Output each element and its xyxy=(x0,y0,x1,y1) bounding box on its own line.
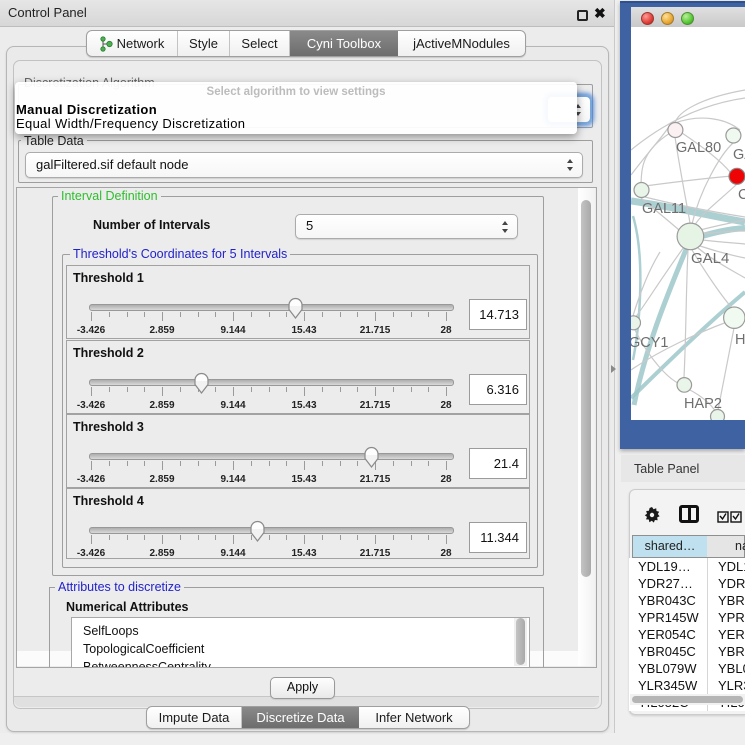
svg-text:GA: GA xyxy=(733,147,745,163)
svg-text:HAP2: HAP2 xyxy=(684,396,722,412)
svg-text:C: C xyxy=(738,187,745,203)
svg-text:GAL11: GAL11 xyxy=(642,201,686,217)
svg-text:GAL80: GAL80 xyxy=(676,140,721,156)
svg-text:GCY1: GCY1 xyxy=(631,335,669,351)
svg-text:GAL4: GAL4 xyxy=(691,250,729,267)
svg-text:H: H xyxy=(735,332,745,348)
